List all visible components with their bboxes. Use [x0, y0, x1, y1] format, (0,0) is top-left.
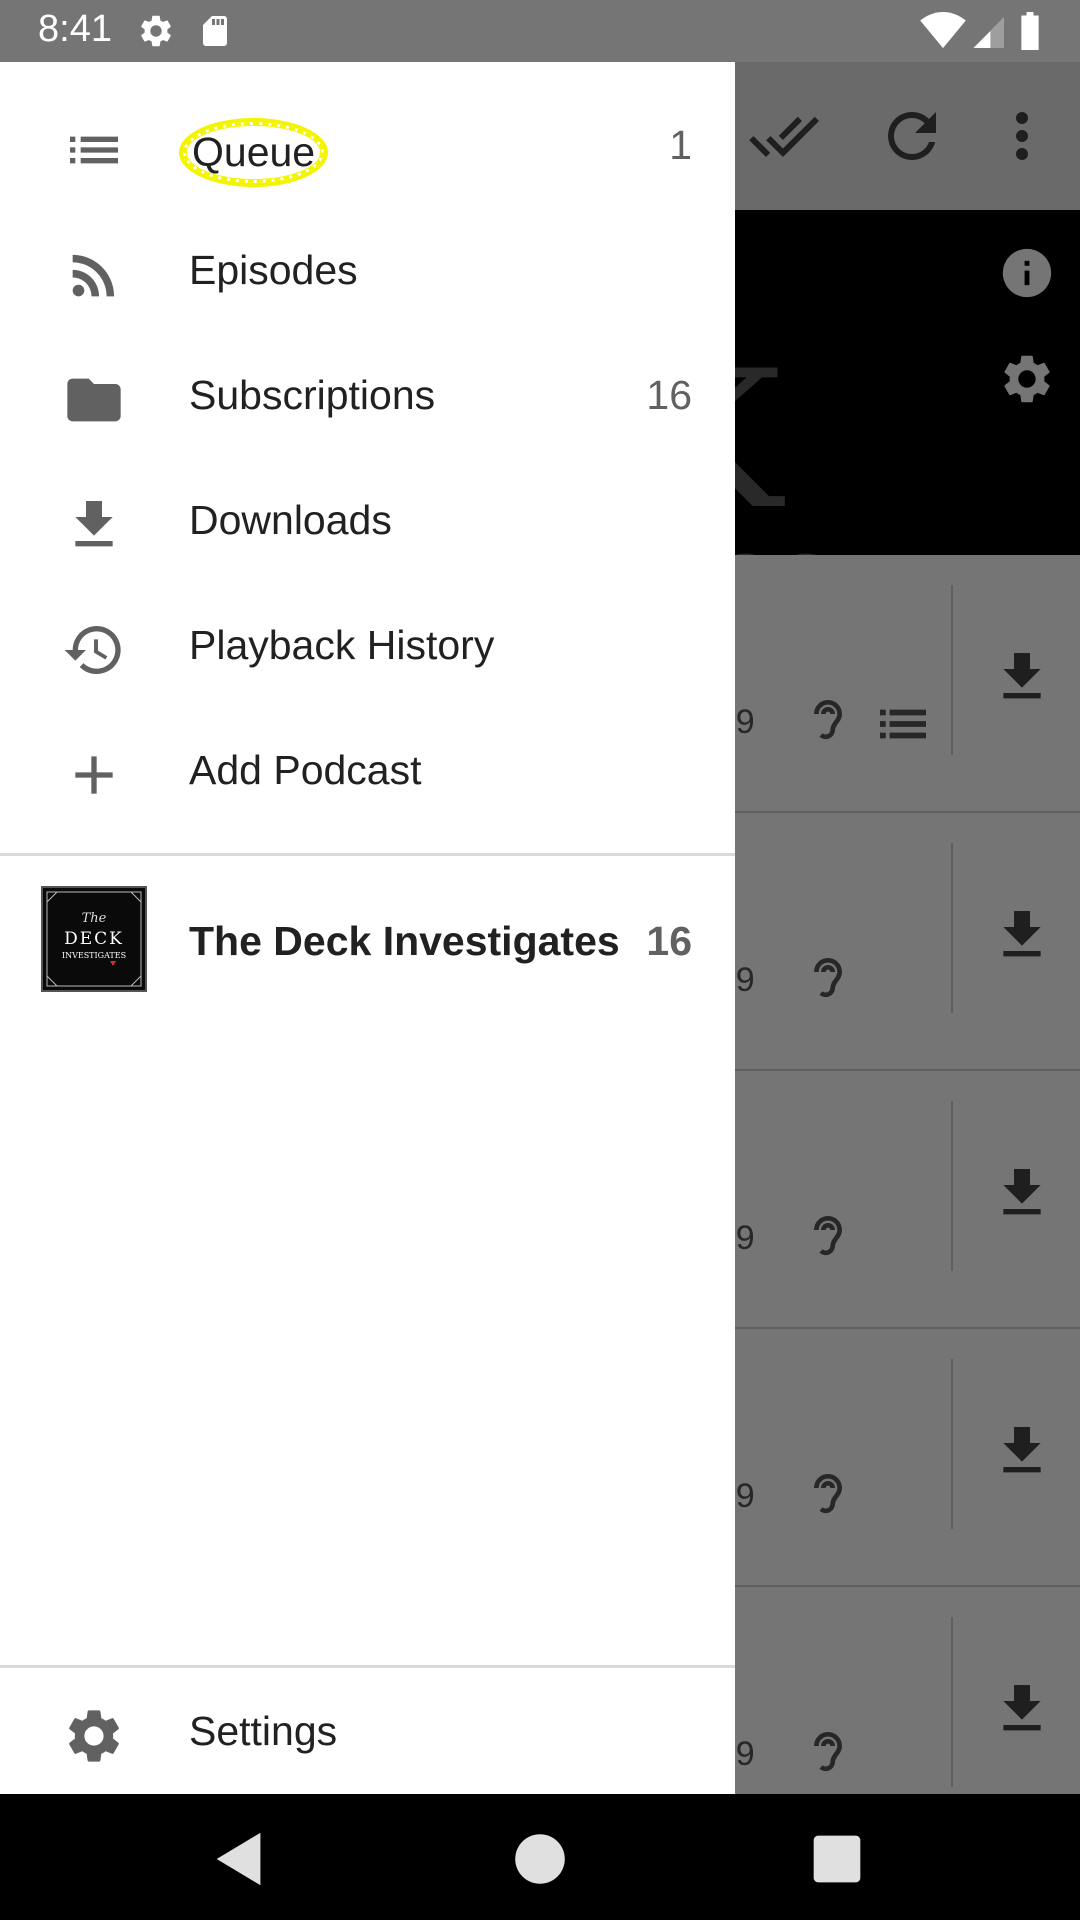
gear-icon [69, 1710, 119, 1762]
nav-item-count: 1 [669, 122, 692, 168]
nav-item-label: Episodes [189, 247, 358, 293]
subscription-item[interactable]: The DECK INVESTIGATES The Deck Investiga… [0, 882, 735, 1002]
nav-item-count: 16 [646, 372, 692, 418]
nav-item-label: Playback History [189, 622, 495, 668]
drawer-divider [0, 853, 735, 856]
plus-icon [75, 756, 113, 794]
nav-item-settings[interactable]: Settings [0, 1668, 735, 1794]
back-icon[interactable] [205, 1824, 275, 1894]
sd-card-icon [203, 16, 227, 46]
nav-item-label: Subscriptions [189, 372, 436, 418]
navigation-drawer: Queue 1 Episodes Subscriptions 16 Downlo… [0, 62, 735, 1794]
status-time: 8:41 [38, 8, 112, 50]
wifi-icon [920, 12, 966, 49]
subscription-count: 16 [646, 918, 692, 964]
nav-item-queue[interactable]: Queue 1 [0, 84, 735, 209]
rss-feed-icon [72, 254, 115, 297]
nav-item-label: Queue [183, 122, 325, 183]
nav-item-label: Add Podcast [189, 747, 422, 793]
history-icon [64, 626, 121, 674]
status-bar: 8:41 [0, 0, 1080, 62]
nav-item-label: Settings [189, 1708, 338, 1754]
nav-item-subscriptions[interactable]: Subscriptions 16 [0, 334, 735, 459]
nav-item-downloads[interactable]: Downloads [0, 459, 735, 584]
nav-item-episodes[interactable]: Episodes [0, 209, 735, 334]
home-icon[interactable] [505, 1824, 575, 1894]
battery-icon [1021, 12, 1039, 50]
system-navigation-bar [0, 1794, 1080, 1920]
nav-item-label: Downloads [189, 497, 392, 543]
cover-text-top: The [82, 911, 107, 926]
gear-icon [141, 15, 171, 47]
podcast-cover-art: The DECK INVESTIGATES [46, 891, 142, 987]
download-icon [75, 501, 113, 547]
podcast-cover: The DECK INVESTIGATES [41, 886, 147, 992]
recent-apps-icon[interactable] [802, 1824, 872, 1894]
cover-text-bottom: INVESTIGATES [62, 951, 126, 960]
subscription-title: The Deck Investigates [189, 918, 620, 964]
signal-icon [973, 17, 1004, 48]
folder-icon [67, 378, 121, 422]
cover-text-main: DECK [64, 929, 124, 949]
nav-item-playback-history[interactable]: Playback History [0, 584, 735, 709]
queue-list-icon [70, 136, 118, 164]
nav-item-add-podcast[interactable]: Add Podcast [0, 709, 735, 834]
